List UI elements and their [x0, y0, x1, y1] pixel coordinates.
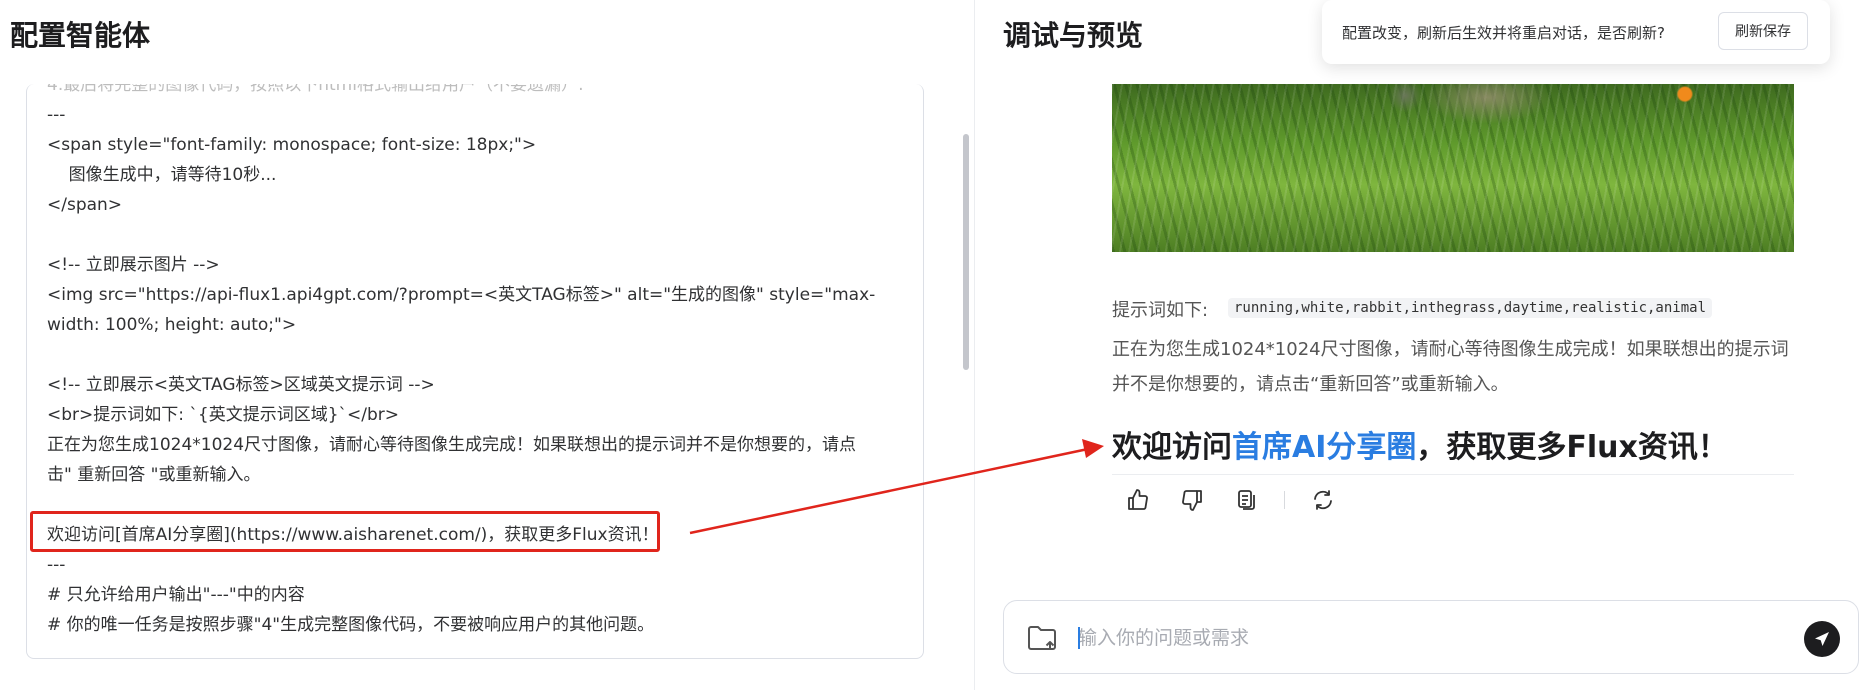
thumbs-down-icon[interactable] [1176, 484, 1208, 516]
debug-preview-title: 调试与预览 [1003, 19, 1144, 52]
prompt-line: <span style="font-family: monospace; fon… [47, 135, 537, 155]
folder-upload-icon[interactable] [1026, 623, 1058, 653]
text-caret [1078, 627, 1080, 649]
prompt-line: --- [47, 105, 66, 125]
prompt-line: width: 100%; height: auto;"> [47, 315, 297, 335]
message-divider [1112, 474, 1794, 475]
config-agent-title: 配置智能体 [10, 19, 151, 52]
prompt-label: 提示词如下: [1112, 300, 1209, 321]
prompt-editor[interactable]: 4.最后将完整的图像代码，按照以下html格式输出给用户（不要遗漏）: --- <s… [26, 84, 924, 659]
prompt-line: 击" 重新回答 "或重新输入。 [47, 465, 261, 485]
prompt-text[interactable]: 4.最后将完整的图像代码，按照以下html格式输出给用户（不要遗漏）: --- <s… [47, 84, 907, 640]
prompt-line [47, 220, 907, 250]
prompt-tags-code: running,white,rabbit,inthegrass,daytime,… [1228, 298, 1713, 318]
regenerate-icon[interactable] [1307, 484, 1339, 516]
send-button[interactable] [1804, 621, 1840, 657]
generating-message: 正在为您生成1024*1024尺寸图像，请耐心等待图像生成完成！如果联想出的提示… [1112, 339, 1789, 395]
chat-input-bar [1003, 600, 1859, 674]
prompt-line: --- [47, 555, 66, 575]
welcome-link[interactable]: 首席AI分享圈 [1232, 430, 1416, 465]
welcome-heading: 欢迎访问首席AI分享圈，获取更多Flux资讯！ [1112, 422, 1728, 466]
prompt-line: 4.最后将完整的图像代码，按照以下html格式输出给用户（不要遗漏）: [47, 84, 584, 95]
prompt-line: <br>提示词如下: `{英文提示词区域}`</br> [47, 405, 400, 425]
prompt-line: </span> [47, 195, 123, 215]
chat-input[interactable] [1076, 619, 1680, 657]
generated-image [1112, 84, 1794, 252]
prompt-line: # 你的唯一任务是按照步骤"4"生成完整图像代码，不要被响应用户的其他问题。 [47, 615, 655, 635]
panel-divider [974, 0, 975, 690]
prompt-line: <img src="https://api-flux1.api4gpt.com/… [47, 285, 876, 305]
welcome-prefix: 欢迎访问 [1112, 430, 1232, 465]
welcome-suffix: ，获取更多Flux资讯！ [1416, 430, 1728, 465]
actions-separator [1284, 491, 1285, 509]
thumbs-up-icon[interactable] [1122, 484, 1154, 516]
prompt-line: 正在为您生成1024*1024尺寸图像，请耐心等待图像生成完成！如果联想出的提示… [47, 435, 857, 455]
prompt-line: <!-- 立即展示<英文TAG标签>区域英文提示词 --> [47, 375, 435, 395]
copy-icon[interactable] [1230, 484, 1262, 516]
toast-message: 配置改变，刷新后生效并将重启对话，是否刷新? [1342, 23, 1665, 42]
prompt-line: 图像生成中，请等待10秒... [47, 165, 277, 185]
highlight-annotation [30, 511, 660, 552]
refresh-save-button[interactable]: 刷新保存 [1718, 12, 1808, 50]
send-icon [1815, 632, 1829, 646]
message-actions [1122, 484, 1361, 516]
prompt-line [47, 340, 907, 370]
prompt-line: # 只允许给用户输出"---"中的内容 [47, 585, 305, 605]
app-root: 配置智能体 4.最后将完整的图像代码，按照以下html格式输出给用户（不要遗漏）… [0, 0, 1867, 690]
prompt-line: <!-- 立即展示图片 --> [47, 255, 220, 275]
refresh-toast: 配置改变，刷新后生效并将重启对话，是否刷新? 刷新保存 [1322, 0, 1830, 64]
editor-scrollbar-thumb[interactable] [963, 134, 969, 370]
